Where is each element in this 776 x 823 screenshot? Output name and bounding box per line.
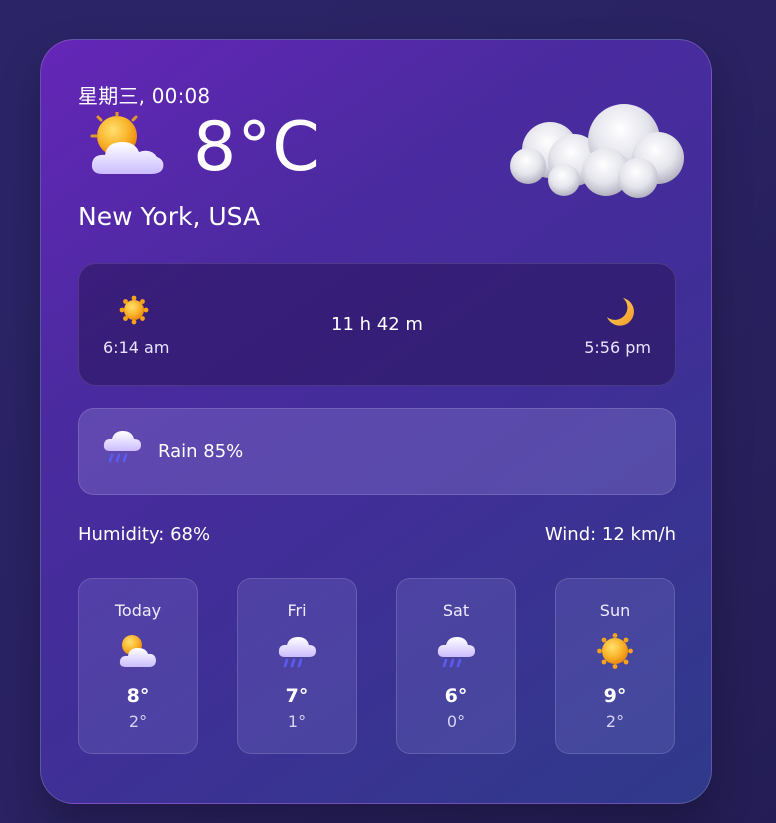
forecast-low: 2°	[128, 712, 148, 731]
forecast-day-label: Sun	[599, 601, 631, 620]
rain-cloud-icon	[278, 637, 316, 668]
forecast-low: 0°	[446, 712, 466, 731]
sun-icon	[597, 633, 633, 669]
rain-cloud-icon	[437, 637, 475, 668]
forecast-day-today: Today 8° 2°	[78, 578, 198, 754]
forecast-day-fri: Fri 7° 1°	[237, 578, 357, 754]
day-length: 11 h 42 m	[331, 314, 423, 335]
crescent-moon-icon	[607, 298, 634, 326]
rain-cloud-icon	[103, 431, 141, 463]
forecast-row: Today 8° 2° Fri 7° 1° Sat 6° 0° Sun 9° 2…	[78, 578, 675, 754]
forecast-low: 2°	[605, 712, 625, 731]
humidity: Humidity: 68%	[78, 524, 211, 545]
sunrise-time: 6:14 am	[103, 338, 170, 357]
forecast-day-sat: Sat 6° 0°	[396, 578, 516, 754]
current-temperature: 8°C	[193, 108, 321, 187]
forecast-day-label: Sat	[442, 601, 470, 620]
location-name: New York, USA	[78, 202, 261, 231]
forecast-high: 7°	[285, 685, 309, 707]
weather-card: 星期三, 00:08 8°C New York, USA 6:14 am 11 …	[40, 39, 712, 804]
date-time: 星期三, 00:08	[78, 84, 211, 108]
sunset-time: 5:56 pm	[584, 338, 651, 357]
forecast-day-label: Today	[114, 601, 162, 620]
forecast-day-label: Fri	[287, 601, 307, 620]
cloud-icon	[510, 104, 684, 198]
forecast-high: 9°	[603, 685, 627, 707]
forecast-high: 6°	[444, 685, 468, 707]
forecast-low: 1°	[287, 712, 307, 731]
rain-chance-panel: Rain 85%	[78, 408, 676, 495]
sun-times-panel: 6:14 am 11 h 42 m 5:56 pm	[78, 263, 676, 386]
sun-behind-cloud-icon	[119, 635, 156, 667]
sun-behind-cloud-icon	[90, 112, 164, 174]
forecast-high: 8°	[126, 685, 150, 707]
wind: Wind: 12 km/h	[544, 524, 676, 545]
forecast-day-sun: Sun 9° 2°	[555, 578, 675, 754]
rain-chance: Rain 85%	[158, 441, 244, 462]
